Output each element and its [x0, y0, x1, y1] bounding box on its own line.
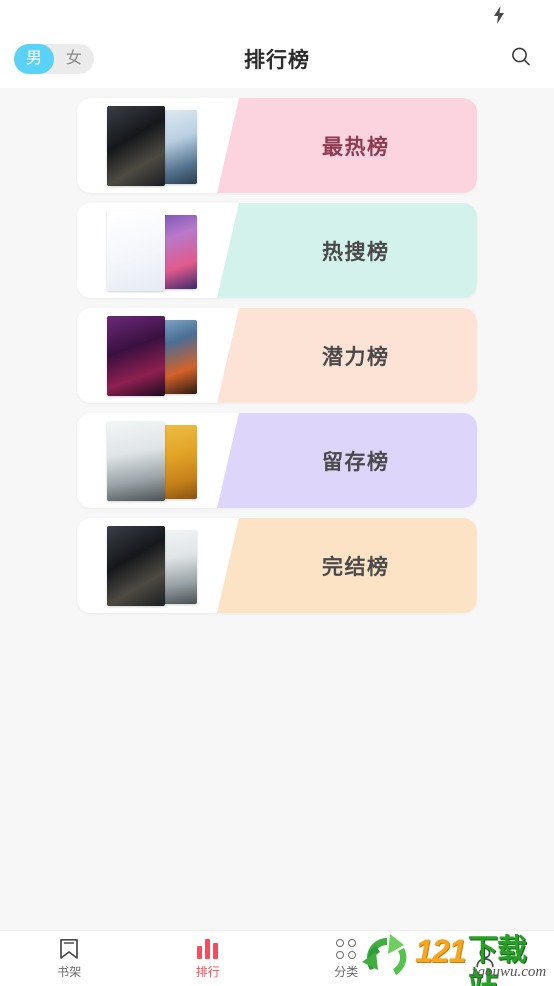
card-thumbnails — [107, 105, 202, 186]
tab-label: 书架 — [57, 964, 82, 979]
rank-card-retention[interactable]: 留存榜 — [77, 413, 477, 508]
profile-icon — [475, 946, 495, 968]
tab-label: 分类 — [334, 964, 359, 979]
book-cover-primary — [107, 525, 165, 606]
rank-card-potential[interactable]: 潜力榜 — [77, 308, 477, 403]
rank-list: 最热榜 热搜榜 潜力榜 留存榜 完结榜 — [0, 88, 554, 930]
page-title: 排行榜 — [244, 49, 310, 72]
tab-profile[interactable] — [416, 946, 554, 971]
page-header: 男 女 排行榜 — [0, 30, 554, 88]
tab-ranking[interactable]: 排行 — [139, 938, 278, 980]
book-cover-primary — [107, 420, 165, 501]
rank-card-label: 留存榜 — [322, 450, 390, 474]
rank-card-label: 最热榜 — [322, 135, 390, 159]
book-cover-primary — [107, 105, 165, 186]
grid-dots-icon — [336, 938, 357, 960]
card-thumbnails — [107, 210, 202, 291]
tab-label: 排行 — [195, 964, 220, 979]
search-button[interactable] — [506, 44, 536, 74]
rank-card-hottest[interactable]: 最热榜 — [77, 98, 477, 193]
rank-card-label: 潜力榜 — [322, 345, 390, 369]
app-screen: 男 女 排行榜 最热榜 热搜榜 潜力榜 留存榜 完结榜 书架 排行 分类 121… — [0, 0, 554, 986]
book-cover-primary — [107, 315, 165, 396]
book-cover-primary — [107, 210, 165, 291]
card-thumbnails — [107, 420, 202, 501]
rank-card-hot-search[interactable]: 热搜榜 — [77, 203, 477, 298]
bookmark-icon — [59, 938, 79, 960]
card-thumbnails — [107, 315, 202, 396]
rank-card-completed[interactable]: 完结榜 — [77, 518, 477, 613]
search-icon — [509, 45, 533, 74]
rank-card-label: 热搜榜 — [322, 240, 390, 264]
bar-chart-icon — [197, 938, 219, 960]
bottom-navigation: 书架 排行 分类 — [0, 930, 554, 986]
rank-card-label: 完结榜 — [322, 555, 390, 579]
lightning-bolt-icon — [492, 6, 506, 24]
tab-category[interactable]: 分类 — [277, 938, 416, 980]
status-bar — [0, 0, 554, 30]
card-thumbnails — [107, 525, 202, 606]
tab-bookshelf[interactable]: 书架 — [0, 938, 139, 980]
